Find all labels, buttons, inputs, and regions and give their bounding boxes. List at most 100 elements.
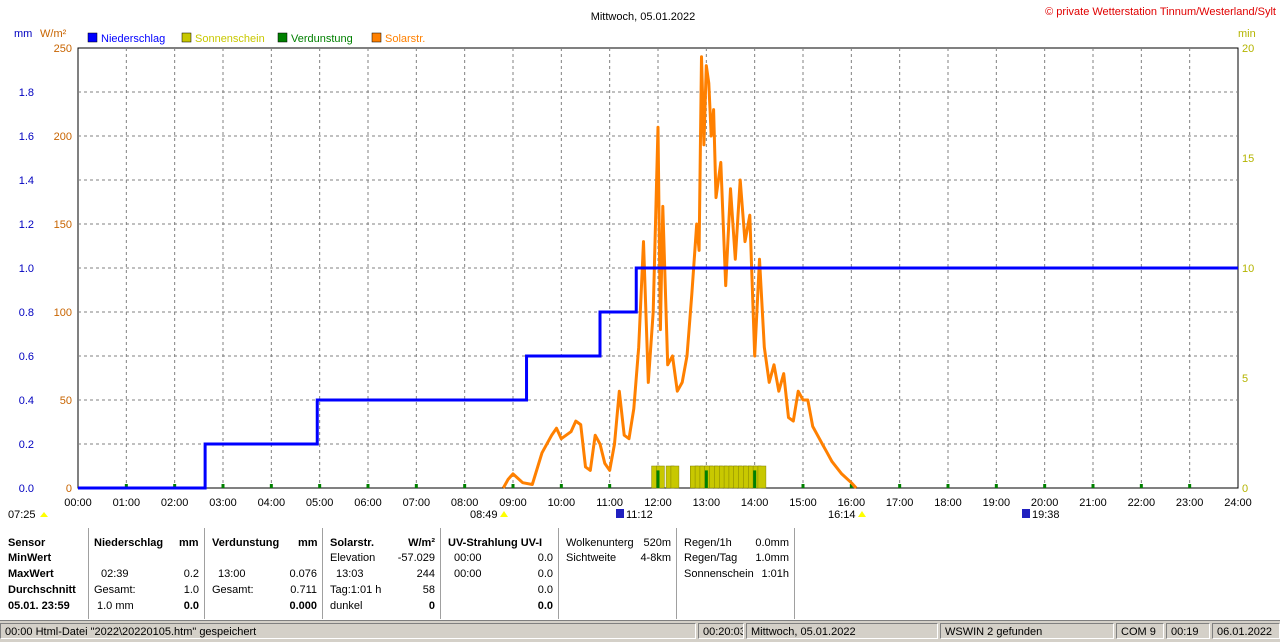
y-mm-tick-label: 1.6 — [19, 131, 34, 143]
legend-swatch-3 — [371, 32, 382, 43]
evaporation-bar — [898, 484, 902, 488]
x-tick-label: 20:00 — [1031, 497, 1059, 509]
max-row-label: MaxWert — [8, 568, 54, 580]
solar-elevation-label: Elevation — [330, 552, 376, 564]
evaporation-bar — [511, 484, 515, 488]
y-min-tick-label: 0 — [1242, 483, 1248, 495]
col-precip: Niederschlag mm 02:39 0.2 Gesamt: 1.0 1.… — [89, 528, 205, 619]
x-tick-label: 17:00 — [886, 497, 914, 509]
col-sensor: Sensor MinWert MaxWert Durchschnitt 05.0… — [0, 528, 89, 619]
precip-total-label: Gesamt: — [94, 584, 136, 596]
evaporation-bar — [318, 484, 322, 488]
dawn-sun-icon — [40, 512, 48, 517]
x-tick-label: 07:00 — [403, 497, 431, 509]
avg-row-label: Durchschnitt — [8, 584, 76, 596]
x-tick-label: 24:00 — [1224, 497, 1252, 509]
visibility-label: Sichtweite — [566, 552, 617, 564]
unit-min-label: min — [1238, 28, 1256, 40]
sunset-sun-icon — [858, 511, 866, 517]
evaporation-bar — [753, 470, 757, 488]
astro-markers: 07:25 08:49 11:12 16:14 19:38 — [8, 509, 1060, 521]
evaporation-bar — [1043, 484, 1047, 488]
dawn-time: 07:25 — [8, 509, 36, 521]
status-clock: 00:19 — [1166, 623, 1210, 639]
x-tick-label: 13:00 — [693, 497, 721, 509]
precip-header: Niederschlag — [94, 537, 164, 549]
y-wm2-tick-label: 200 — [54, 131, 72, 143]
evaporation-bar — [608, 484, 612, 488]
y-mm-tick-label: 1.8 — [19, 87, 34, 99]
x-tick-label: 05:00 — [306, 497, 334, 509]
x-tick-label: 16:00 — [838, 497, 866, 509]
evaporation-bar — [656, 470, 660, 488]
evaporation-bar — [221, 484, 225, 488]
col-evap: Verdunstung mm 13:00 0.076 Gesamt: 0.711… — [205, 528, 323, 619]
unit-wm2-label: W/m² — [40, 28, 67, 40]
sunrise-time: 08:49 — [470, 509, 498, 521]
precip-total-value: 1.0 — [183, 584, 199, 596]
y-mm-tick-label: 0.4 — [19, 395, 34, 407]
evaporation-bar — [801, 484, 805, 488]
uv-min-value: 0.0 — [537, 552, 553, 564]
evaporation-bar — [946, 484, 950, 488]
y-mm-tick-label: 0.0 — [19, 483, 34, 495]
evap-total-value: 0.711 — [290, 584, 317, 596]
rain-day-value: 1.0mm — [755, 552, 789, 564]
rain-1h-value: 0.0mm — [755, 537, 789, 549]
weather-chart: Mittwoch, 05.01.2022 © private Wettersta… — [8, 6, 1276, 521]
x-tick-label: 04:00 — [258, 497, 286, 509]
x-tick-label: 19:00 — [983, 497, 1011, 509]
uv-header: UV-Strahlung UV-I — [448, 537, 543, 549]
x-tick-label: 21:00 — [1079, 497, 1107, 509]
solar-max-time: 13:03 — [336, 568, 364, 580]
x-tick-label: 06:00 — [354, 497, 382, 509]
col-uv: UV-Strahlung UV-I 00:00 0.0 00:00 0.0 0.… — [441, 528, 559, 619]
status-message: 00:00 Html-Datei "2022\20220105.htm" ges… — [0, 623, 696, 639]
evaporation-bar — [269, 484, 273, 488]
evaporation-bar — [1091, 484, 1095, 488]
rain-1h-label: Regen/1h — [684, 537, 732, 549]
x-tick-label: 14:00 — [741, 497, 769, 509]
legend-swatch-1 — [181, 32, 192, 43]
y-wm2-tick-label: 150 — [54, 219, 72, 231]
sunshine-label: Sonnenschein — [684, 568, 754, 580]
sunset-time: 16:14 — [828, 509, 856, 521]
sunshine-value: 1:01h — [761, 568, 789, 580]
x-tick-label: 09:00 — [499, 497, 527, 509]
moonrise-time: 11:12 — [626, 509, 653, 521]
legend-label-3: Solarstr. — [385, 33, 425, 45]
y-wm2-tick-label: 50 — [60, 395, 72, 407]
y-min-tick-label: 5 — [1242, 373, 1248, 385]
uv-total-value: 0.0 — [537, 584, 553, 596]
evaporation-bar — [366, 484, 370, 488]
evaporation-bar — [704, 470, 708, 488]
x-tick-label: 11:00 — [596, 497, 623, 509]
solar-dark-value: 0 — [428, 600, 435, 612]
moonset-moon-icon — [1022, 509, 1030, 518]
uv-max-time: 00:00 — [454, 568, 482, 580]
y-mm-tick-label: 1.4 — [19, 175, 34, 187]
legend-swatch-0 — [87, 32, 98, 43]
precip-max-time: 02:39 — [101, 568, 129, 580]
y-mm-tick-label: 1.0 — [19, 263, 34, 275]
col-solar: Solarstr. W/m² Elevation -57.029 13:03 2… — [323, 528, 441, 619]
col-cloud: Wolkenunterg 520m Sichtweite 4-8km — [559, 528, 677, 619]
evap-max-value: 0.076 — [289, 568, 317, 580]
y-min-tick-label: 10 — [1242, 263, 1254, 275]
x-tick-label: 08:00 — [451, 497, 479, 509]
y-wm2-tick-label: 250 — [54, 43, 72, 55]
chart-title: Mittwoch, 05.01.2022 — [591, 11, 696, 23]
precip-avg-label: 1.0 mm — [97, 600, 134, 612]
sensor-date: 05.01. 23:59 — [8, 600, 70, 612]
x-tick-label: 12:00 — [644, 497, 672, 509]
solar-day-label: Tag:1:01 h — [330, 584, 382, 596]
evap-unit: mm — [298, 537, 318, 549]
status-elapsed: 00:20:03 — [698, 623, 744, 639]
x-tick-label: 18:00 — [934, 497, 962, 509]
legend-label-2: Verdunstung — [291, 33, 353, 45]
sunshine-bar — [670, 465, 680, 489]
uv-min-time: 00:00 — [454, 552, 482, 564]
x-tick-label: 10:00 — [548, 497, 576, 509]
visibility-value: 4-8km — [640, 552, 671, 564]
y-mm-tick-label: 1.2 — [19, 219, 34, 231]
